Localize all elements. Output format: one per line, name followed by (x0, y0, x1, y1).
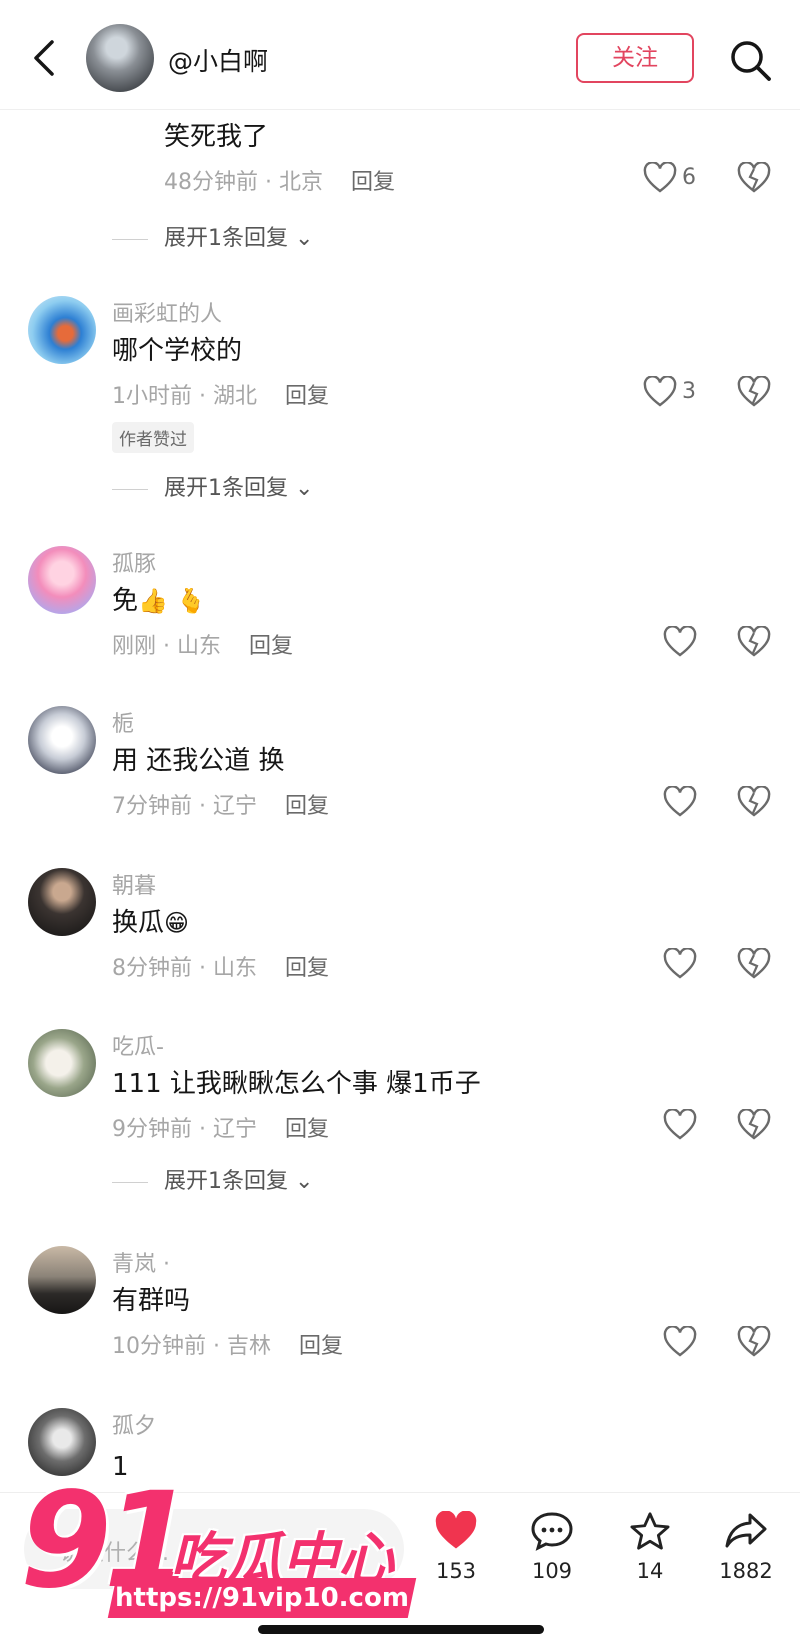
broken-heart-icon[interactable] (737, 786, 771, 818)
comment-item: 吃瓜- 111 让我瞅瞅怎么个事 爆1币子 9分钟前 · 辽宁 回复 展开1条回复… (0, 1023, 800, 1223)
expand-replies-button[interactable]: 展开1条回复 ⌄ (112, 470, 313, 502)
broken-heart-icon[interactable] (737, 1326, 771, 1358)
comment-meta: 48分钟前 · 北京 回复 (164, 170, 395, 195)
broken-heart-icon[interactable] (737, 376, 771, 408)
user-avatar[interactable] (28, 1246, 96, 1314)
comment-item: 栀 用 还我公道 换 7分钟前 · 辽宁 回复 (0, 700, 800, 840)
comment-text: 111 让我瞅瞅怎么个事 爆1币子 (112, 1069, 481, 1099)
heart-filled-icon (435, 1510, 477, 1549)
comment-text: 有群吗 (112, 1286, 191, 1316)
expand-replies-button[interactable]: 展开1条回复 ⌄ (112, 220, 313, 252)
comment-username[interactable]: 吃瓜- (112, 1029, 164, 1061)
user-avatar[interactable] (28, 706, 96, 774)
author-avatar[interactable] (86, 24, 154, 92)
like-count: 3 (682, 379, 696, 404)
comment-text: 免👍 🫰 (112, 586, 207, 616)
reply-button[interactable]: 回复 (351, 170, 395, 195)
share-count: 1882 (719, 1559, 773, 1583)
broken-heart-icon[interactable] (737, 626, 771, 658)
reply-button[interactable]: 回复 (285, 1117, 329, 1142)
heart-icon[interactable] (643, 162, 677, 194)
follow-button[interactable]: 关注 (576, 33, 694, 83)
comment-username[interactable]: 青岚 · (112, 1246, 170, 1278)
author-username[interactable]: @小白啊 (168, 42, 268, 78)
comment-meta: 8分钟前 · 山东 回复 (112, 956, 329, 981)
reply-button[interactable]: 回复 (285, 384, 329, 409)
reply-button[interactable]: 回复 (299, 1334, 343, 1359)
comment-item: 笑死我了 48分钟前 · 北京 回复 6 展开1条回复 ⌄ (0, 110, 800, 260)
comment-item: 画彩虹的人 哪个学校的 1小时前 · 湖北 回复 3 作者赞过 展开1条回复 ⌄ (0, 290, 800, 510)
heart-icon[interactable] (663, 1326, 697, 1358)
expand-replies-button[interactable]: 展开1条回复 ⌄ (112, 1163, 313, 1195)
comment-text: 换瓜😁 (112, 908, 190, 938)
heart-icon[interactable] (663, 786, 697, 818)
comment-text: 哪个学校的 (112, 336, 243, 366)
comment-button[interactable]: 109 (512, 1511, 592, 1583)
comment-text: 笑死我了 (164, 122, 269, 152)
watermark-logo: 91 吃瓜中心 https://91vip10.com (20, 1466, 417, 1626)
comment-meta: 刚刚 · 山东 回复 (112, 634, 293, 659)
star-icon (630, 1512, 670, 1550)
comment-username[interactable]: 朝暮 (112, 868, 156, 900)
comment-item: 朝暮 换瓜😁 8分钟前 · 山东 回复 (0, 862, 800, 1002)
comment-meta: 7分钟前 · 辽宁 回复 (112, 794, 329, 819)
comment-username[interactable]: 栀 (112, 706, 134, 738)
user-avatar[interactable] (28, 1029, 96, 1097)
comment-count: 109 (531, 1559, 573, 1583)
broken-heart-icon[interactable] (737, 948, 771, 980)
broken-heart-icon[interactable] (737, 1109, 771, 1141)
like-button[interactable]: 153 (416, 1510, 496, 1583)
comment-username[interactable]: 孤豚 (112, 546, 156, 578)
reply-button[interactable]: 回复 (285, 956, 329, 981)
comment-meta: 10分钟前 · 吉林 回复 (112, 1334, 343, 1359)
top-bar: @小白啊 关注 (0, 0, 800, 110)
user-avatar[interactable] (28, 868, 96, 936)
heart-icon[interactable] (663, 626, 697, 658)
comment-item: 孤豚 免👍 🫰 刚刚 · 山东 回复 (0, 540, 800, 680)
heart-icon[interactable] (663, 948, 697, 980)
grinning-face-emoji: 😁 (164, 909, 190, 937)
comment-bubble-icon (531, 1512, 573, 1551)
user-avatar[interactable] (28, 546, 96, 614)
heart-icon[interactable] (643, 376, 677, 408)
comment-item: 青岚 · 有群吗 10分钟前 · 吉林 回复 (0, 1240, 800, 1380)
favorite-count: 14 (636, 1559, 664, 1583)
watermark-url: https://91vip10.com (107, 1578, 417, 1618)
like-count: 153 (435, 1559, 477, 1583)
comment-meta: 9分钟前 · 辽宁 回复 (112, 1117, 329, 1142)
chevron-left-icon[interactable] (30, 38, 60, 78)
thumbs-up-emoji: 👍 (138, 587, 168, 615)
share-arrow-icon (725, 1513, 767, 1548)
comment-username[interactable]: 孤夕 (112, 1408, 156, 1440)
comment-meta: 1小时前 · 湖北 回复 (112, 384, 329, 409)
finger-heart-emoji: 🫰 (176, 587, 207, 615)
reply-button[interactable]: 回复 (285, 794, 329, 819)
favorite-button[interactable]: 14 (610, 1511, 690, 1583)
author-liked-badge: 作者赞过 (112, 422, 194, 453)
reply-button[interactable]: 回复 (249, 634, 293, 659)
broken-heart-icon[interactable] (737, 162, 771, 194)
comment-text: 用 还我公道 换 (112, 746, 285, 776)
user-avatar[interactable] (28, 296, 96, 364)
heart-icon[interactable] (663, 1109, 697, 1141)
like-count: 6 (682, 165, 696, 190)
search-icon[interactable] (728, 38, 772, 82)
comment-username[interactable]: 画彩虹的人 (112, 296, 222, 328)
share-button[interactable]: 1882 (706, 1511, 786, 1583)
home-indicator[interactable] (258, 1625, 544, 1634)
